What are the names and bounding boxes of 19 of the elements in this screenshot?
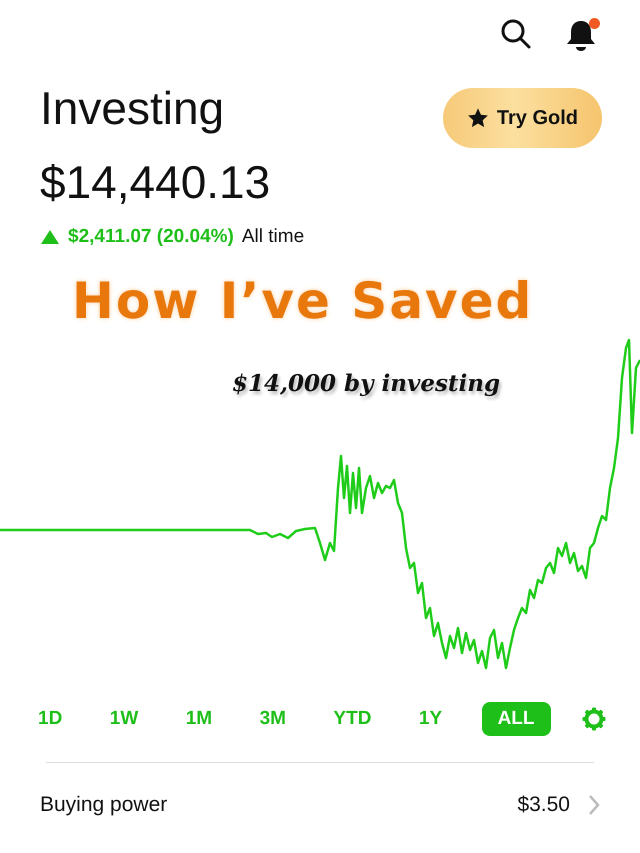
range-tab[interactable]: YTD bbox=[325, 702, 380, 736]
change-amount: $2,411.07 (20.04%) bbox=[68, 226, 234, 248]
bell-icon[interactable] bbox=[566, 18, 596, 52]
range-tab[interactable]: 3M bbox=[252, 702, 294, 736]
range-tab[interactable]: ALL bbox=[482, 702, 551, 736]
search-icon[interactable] bbox=[500, 18, 532, 50]
overlay-subline: $14,000 by investing bbox=[232, 370, 500, 397]
upgrade-button[interactable]: Try Gold bbox=[442, 88, 602, 148]
range-tab[interactable]: 1M bbox=[178, 702, 220, 736]
page-title: Investing bbox=[40, 81, 224, 136]
range-tab[interactable]: 1D bbox=[30, 702, 70, 736]
range-tab[interactable]: 1Y bbox=[410, 702, 450, 736]
buying-power-value: $3.50 bbox=[517, 793, 570, 817]
range-tab[interactable]: 1W bbox=[102, 702, 146, 736]
buying-power-label: Buying power bbox=[40, 793, 168, 817]
star-icon bbox=[466, 107, 489, 129]
overlay-headline: How I’ve Saved bbox=[72, 272, 534, 330]
portfolio-balance: $14,440.13 bbox=[39, 155, 272, 210]
change-period: All time bbox=[242, 226, 304, 248]
